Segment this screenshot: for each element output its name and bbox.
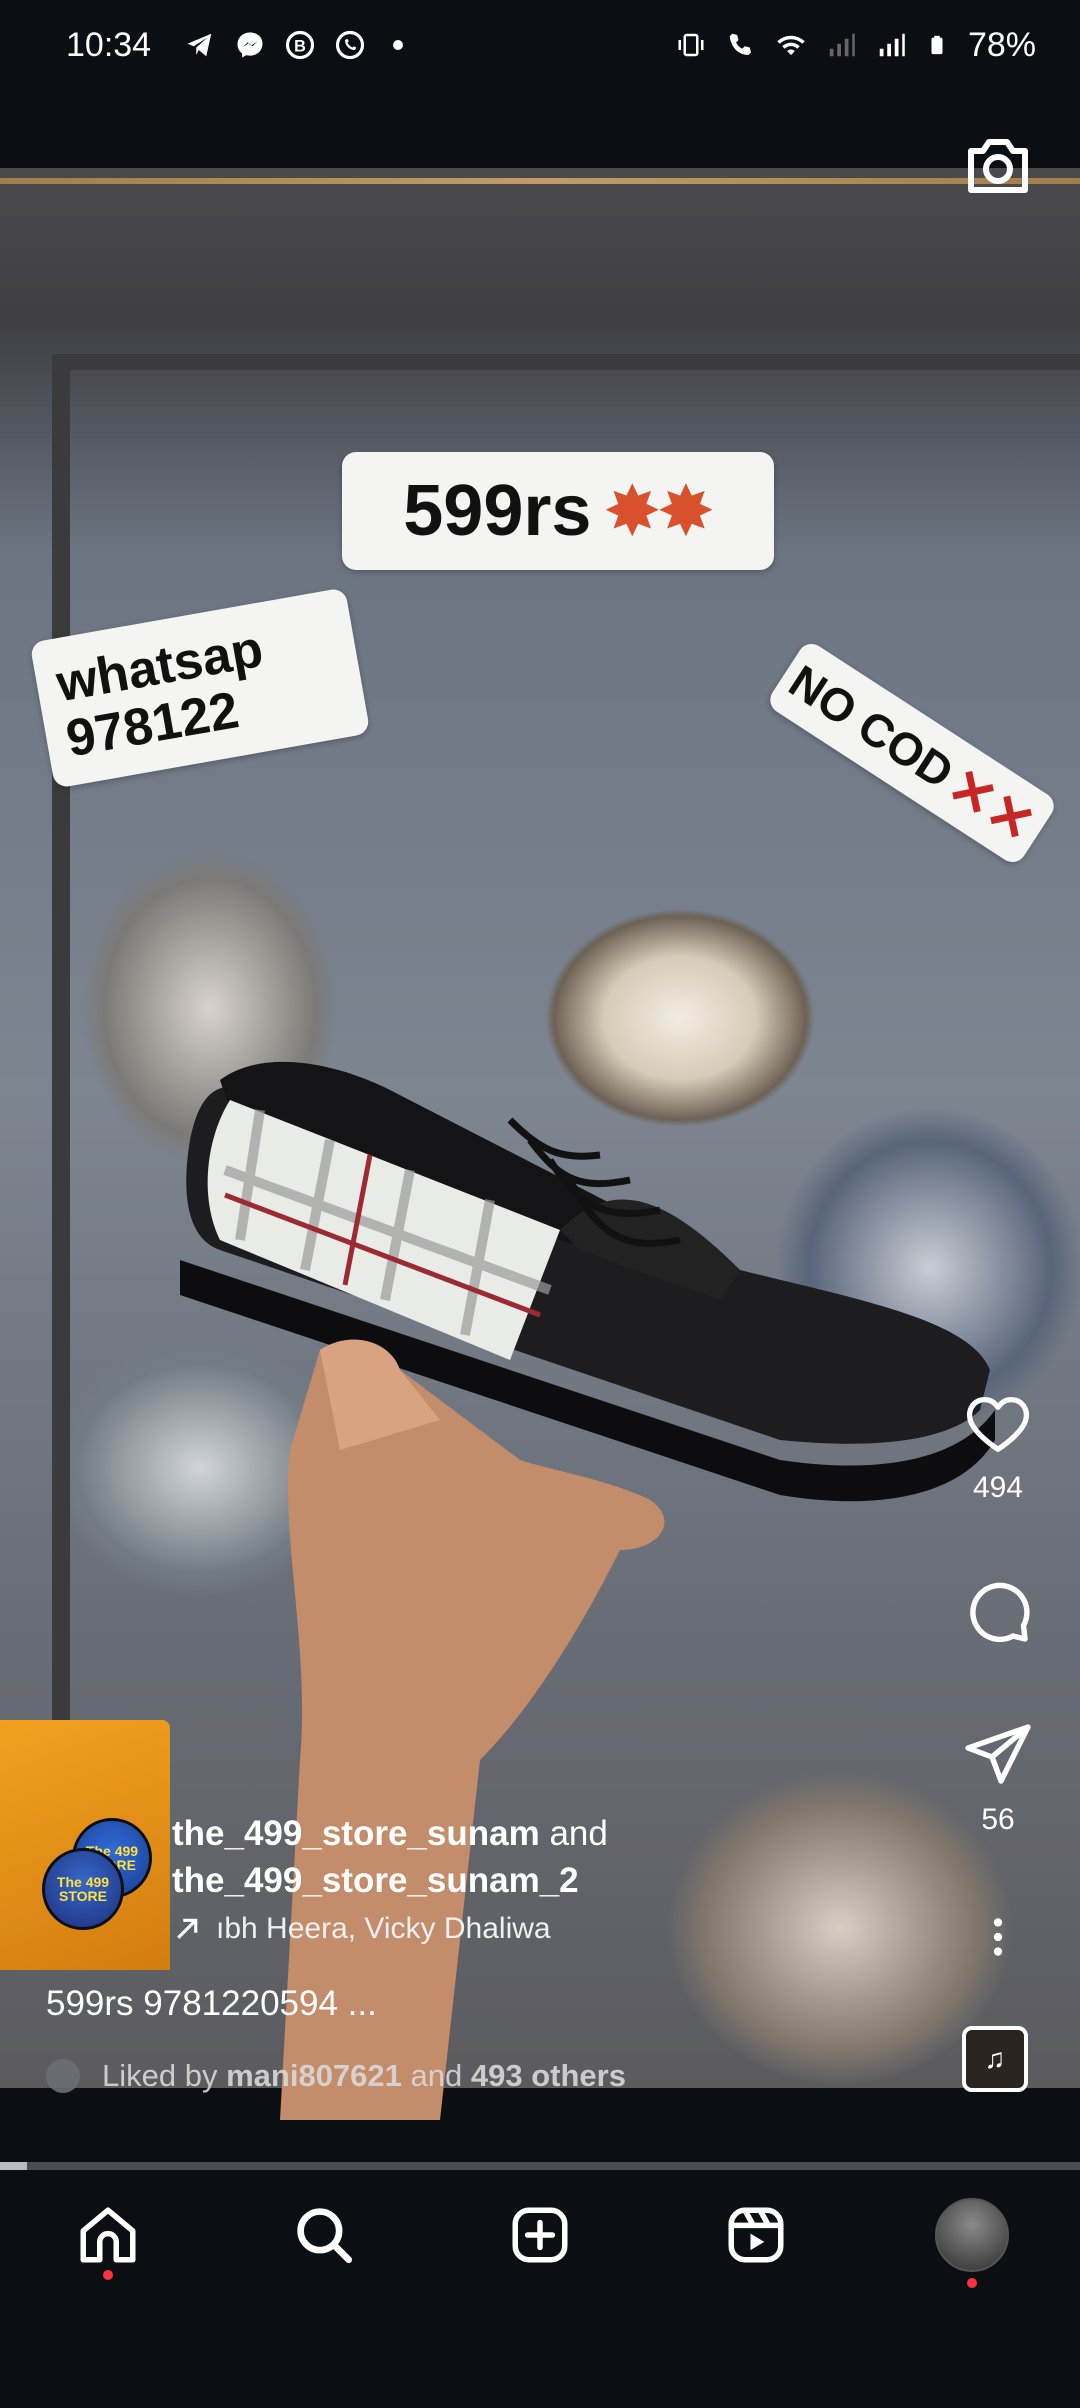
- bottom-nav: [0, 2180, 1080, 2290]
- more-vertical-icon[interactable]: [973, 1912, 1023, 1962]
- svg-text:B: B: [294, 37, 306, 55]
- owner-primary[interactable]: the_499_store_sunam: [172, 1814, 540, 1853]
- avatar-text: The 499 STORE: [56, 1874, 110, 1904]
- arrow-up-right-icon: [177, 1918, 198, 1939]
- camera-icon[interactable]: [962, 130, 1034, 202]
- comment-icon[interactable]: [960, 1576, 1036, 1648]
- reels-icon[interactable]: [723, 2202, 789, 2268]
- battery-percent: 78%: [967, 25, 1036, 64]
- like-count: 494: [972, 1471, 1024, 1504]
- wifi-call-icon: [729, 33, 751, 55]
- avatar[interactable]: The 499 STORE: [42, 1848, 124, 1930]
- audio-attribution[interactable]: ıbh Heera, Vicky Dhaliwa: [172, 1912, 551, 1946]
- send-icon[interactable]: [961, 1718, 1035, 1790]
- price-text: 599rs: [403, 471, 592, 551]
- notification-dot: [103, 2270, 113, 2280]
- liked-user[interactable]: mani807621: [226, 2058, 402, 2093]
- progress-fill: [0, 2162, 27, 2170]
- status-bar: 10:34 B 78%: [0, 0, 1080, 90]
- wall-frame: [52, 354, 1080, 370]
- signal-icon: [879, 33, 905, 57]
- nav-reels[interactable]: [701, 2180, 811, 2290]
- nav-search[interactable]: [269, 2180, 379, 2290]
- create-icon[interactable]: [507, 2202, 573, 2268]
- nav-create[interactable]: [485, 2180, 595, 2290]
- dot-icon: [393, 40, 404, 50]
- telegram-icon: [187, 33, 212, 57]
- owner-secondary[interactable]: the_499_store_sunam_2: [172, 1861, 579, 1900]
- liked-by[interactable]: Liked by mani807621 and 493 others: [46, 2058, 626, 2094]
- music-thumbnail[interactable]: ♫: [962, 2026, 1028, 2092]
- share-control[interactable]: 56: [950, 1718, 1046, 1837]
- caption-text: 599rs 9781220594 ...: [46, 1984, 377, 2023]
- b-icon: B: [286, 30, 315, 60]
- messenger-icon: [237, 32, 263, 58]
- home-icon[interactable]: [75, 2202, 141, 2268]
- caption[interactable]: 599rs 9781220594 ...: [46, 1984, 377, 2024]
- nav-home[interactable]: [53, 2180, 163, 2290]
- signal-icon: [829, 33, 855, 57]
- more-options-button[interactable]: [950, 1912, 1046, 1967]
- notification-dot: [967, 2278, 977, 2288]
- price-sticker: 599rs ✸✸: [342, 452, 774, 570]
- search-icon[interactable]: [291, 2202, 357, 2268]
- wifi-icon: [777, 35, 805, 55]
- liker-avatar: [46, 2059, 80, 2093]
- battery-icon: [931, 35, 943, 55]
- like-control[interactable]: 494: [950, 1388, 1046, 1505]
- liked-prefix: Liked by: [102, 2058, 218, 2093]
- owner-and: and: [549, 1814, 608, 1853]
- whatsapp-icon: [336, 30, 365, 60]
- music-note-icon: ♫: [984, 2043, 1006, 2074]
- status-time: 10:34: [66, 25, 152, 64]
- heart-icon[interactable]: [960, 1388, 1036, 1458]
- collab-avatars[interactable]: The 499 STORE The 499 STORE: [42, 1818, 152, 1930]
- owner-names[interactable]: the_499_store_sunam and the_499_store_su…: [172, 1810, 608, 1904]
- vibrate-icon: [678, 33, 704, 57]
- profile-avatar[interactable]: [935, 2198, 1009, 2272]
- liked-others[interactable]: 493 others: [471, 2058, 626, 2093]
- share-count: 56: [981, 1803, 1015, 1836]
- burst-icon: ✸✸: [605, 475, 713, 547]
- nav-profile[interactable]: [917, 2180, 1027, 2290]
- audio-text: ıbh Heera, Vicky Dhaliwa: [216, 1912, 551, 1945]
- comment-control[interactable]: [950, 1576, 1046, 1653]
- liked-and: and: [410, 2058, 463, 2093]
- ceiling-light: [0, 178, 1080, 184]
- video-progress[interactable]: [0, 2162, 1080, 2170]
- whatsapp-text: whatsap 978122: [52, 620, 268, 769]
- wall-frame: [52, 354, 70, 1874]
